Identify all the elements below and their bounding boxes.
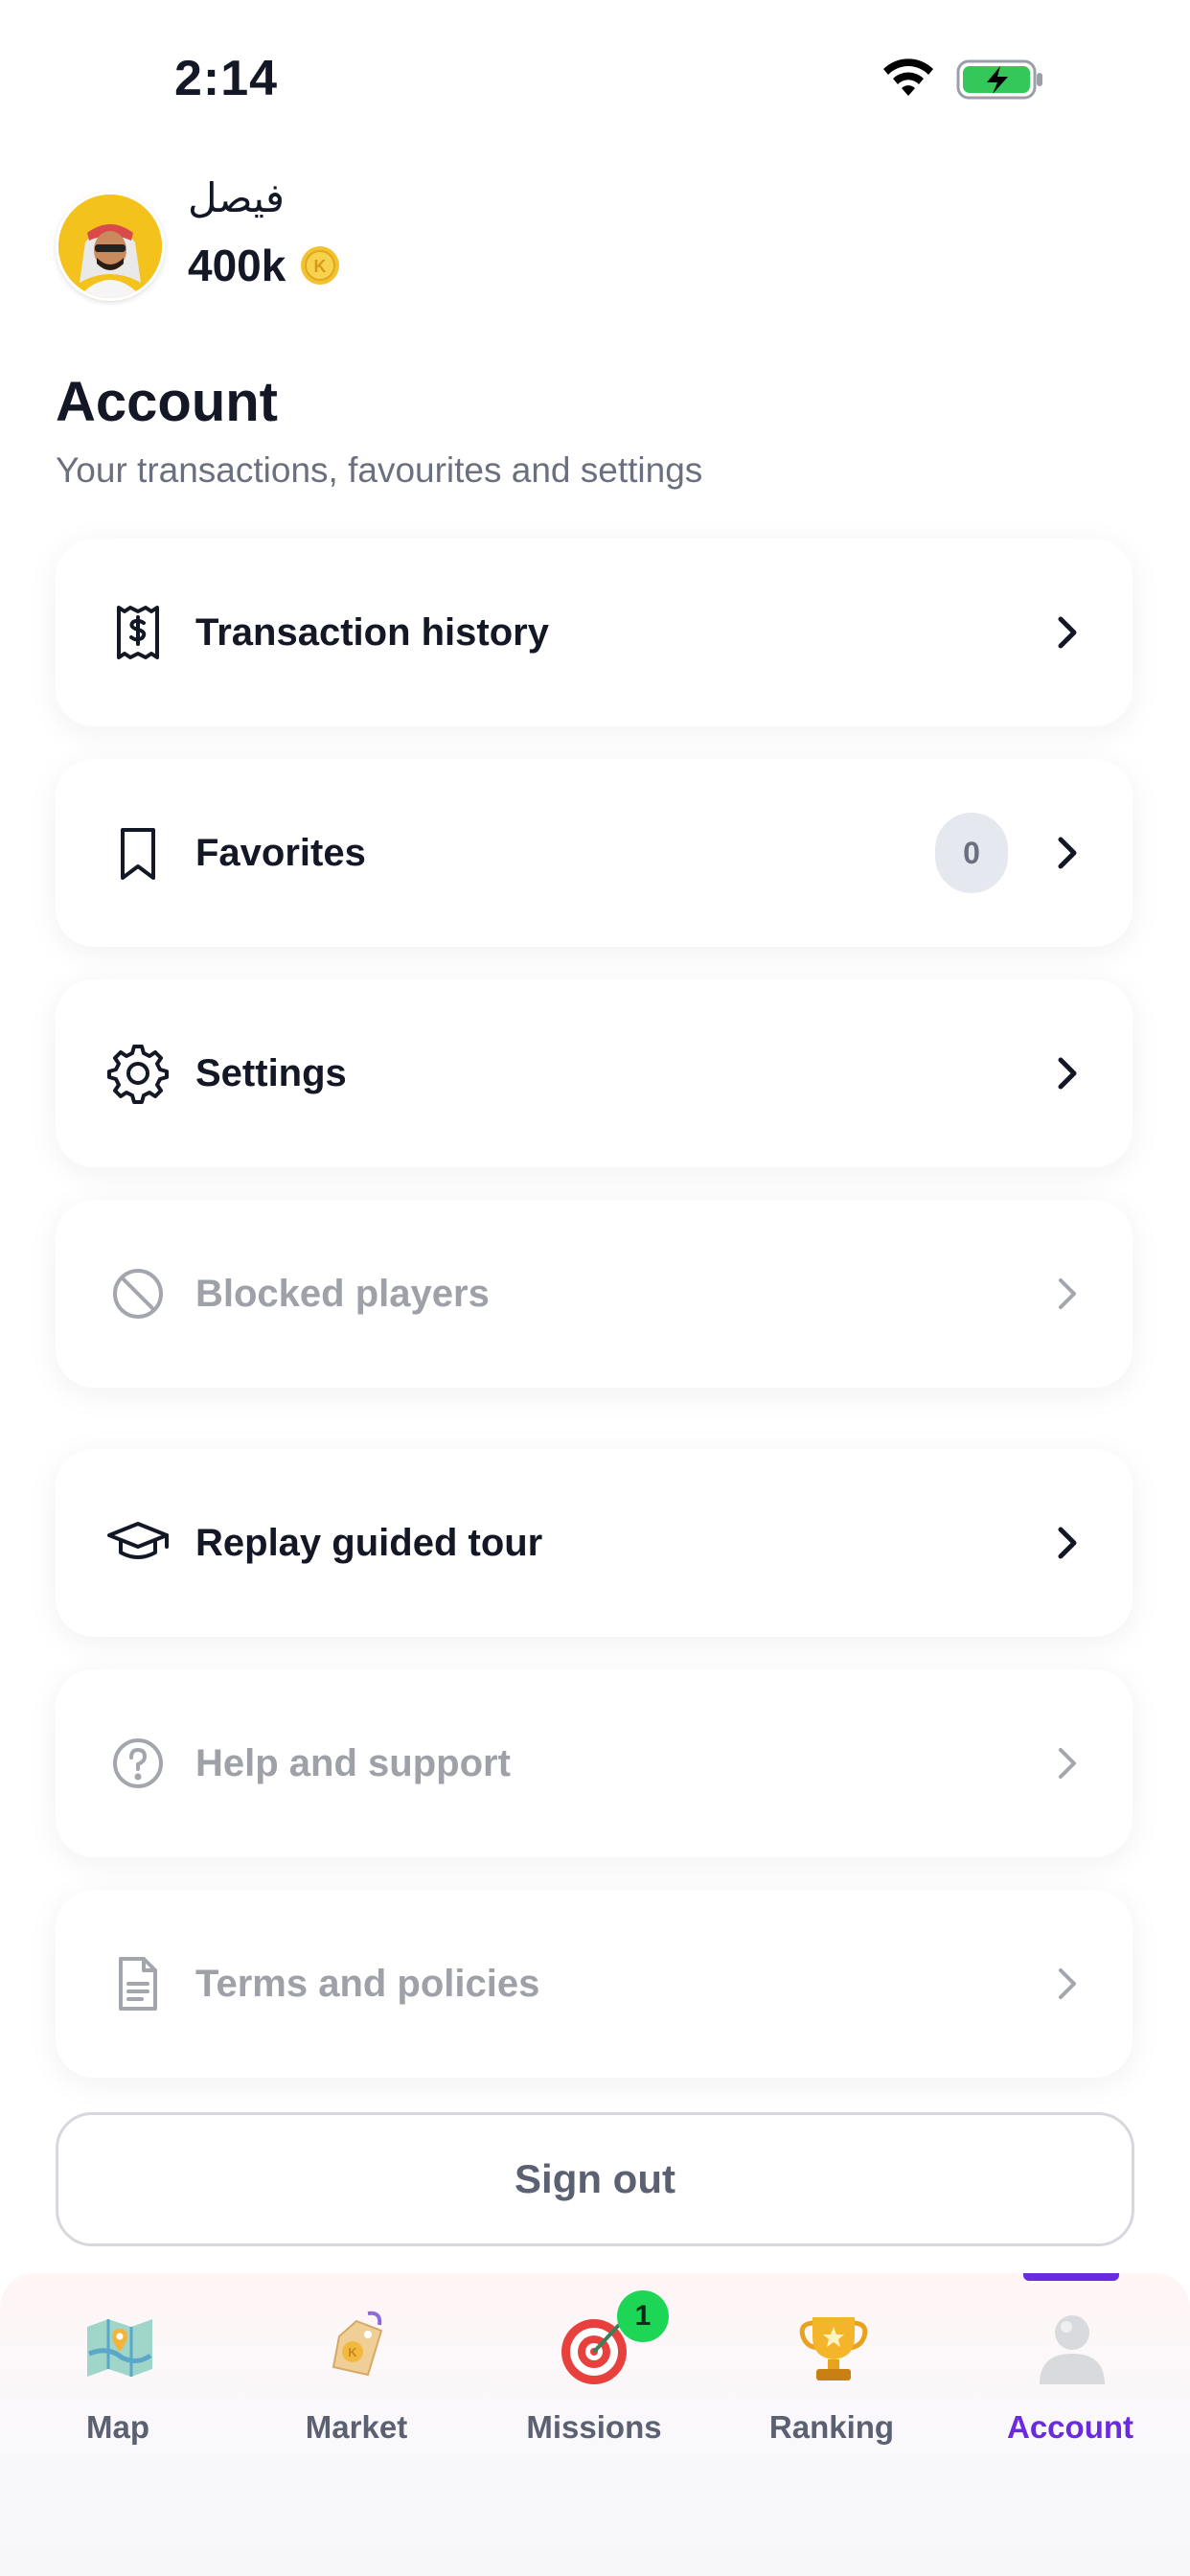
price-tag-icon: K [332, 2311, 383, 2377]
tab-ranking[interactable]: Ranking [726, 2273, 937, 2465]
missions-notification-badge: 1 [617, 2290, 669, 2342]
battery-icon [956, 59, 1042, 100]
bottom-tab-bar: Map K Market 1 Missions Ranking Account [0, 2273, 1190, 2576]
menu-item-replay-guided-tour[interactable]: Replay guided tour [56, 1449, 1133, 1637]
chevron-right-icon [1058, 1527, 1077, 1559]
bookmark-icon [121, 828, 155, 880]
avatar[interactable] [56, 192, 165, 301]
username: فیصل [188, 175, 285, 220]
user-icon [1040, 2315, 1105, 2384]
tab-market[interactable]: K Market [251, 2273, 462, 2465]
menu-item-help-and-support[interactable]: Help and support [56, 1669, 1133, 1857]
menu-item-label: Terms and policies [195, 1963, 540, 2005]
tab-label: Ranking [768, 2409, 895, 2445]
svg-text:K: K [314, 257, 327, 276]
menu-item-blocked-players[interactable]: Blocked players [56, 1200, 1133, 1388]
svg-text:K: K [348, 2345, 357, 2359]
status-bar: 2:14 [0, 0, 1190, 163]
coin-icon: K [301, 246, 340, 285]
tab-label: Missions [526, 2409, 662, 2445]
menu-item-label: Transaction history [195, 611, 549, 654]
tab-label: Market [305, 2409, 408, 2445]
graduation-cap-icon [107, 1522, 169, 1559]
menu-item-transaction-history[interactable]: Transaction history [56, 539, 1133, 726]
menu-item-label: Favorites [195, 832, 366, 874]
chevron-right-icon [1058, 837, 1077, 869]
menu-item-label: Blocked players [195, 1273, 490, 1315]
chevron-right-icon [1059, 1748, 1076, 1779]
favorites-count-badge: 0 [935, 813, 1008, 893]
chevron-right-icon [1058, 1057, 1077, 1090]
map-icon [87, 2319, 152, 2377]
page-title: Account [56, 371, 278, 433]
menu-item-label: Help and support [195, 1742, 511, 1784]
question-circle-icon [113, 1738, 163, 1788]
coin-balance: 400k [188, 241, 286, 290]
menu-item-label: Replay guided tour [195, 1522, 543, 1564]
tab-map[interactable]: Map [12, 2273, 223, 2465]
balance-row: 400k K [188, 240, 341, 291]
menu-item-favorites[interactable]: Favorites 0 [56, 759, 1133, 947]
gear-icon [107, 1045, 169, 1104]
menu-item-terms-and-policies[interactable]: Terms and policies [56, 1890, 1133, 2078]
menu-item-label: Settings [195, 1052, 347, 1094]
sign-out-button[interactable]: Sign out [56, 2112, 1134, 2246]
trophy-icon [799, 2317, 868, 2380]
chevron-right-icon [1059, 1278, 1076, 1309]
menu-item-settings[interactable]: Settings [56, 979, 1133, 1167]
document-icon [119, 1957, 157, 2011]
receipt-dollar-icon [117, 606, 159, 659]
status-time: 2:14 [174, 51, 279, 106]
avatar-image [58, 195, 162, 298]
wifi-icon [883, 58, 933, 96]
page-subtitle: Your transactions, favourites and settin… [56, 450, 703, 490]
blocked-icon [113, 1269, 163, 1319]
chevron-right-icon [1058, 616, 1077, 649]
chevron-right-icon [1059, 1968, 1076, 1999]
tab-account[interactable]: Account [965, 2273, 1176, 2465]
tab-label: Map [86, 2409, 149, 2445]
tab-missions[interactable]: 1 Missions [489, 2273, 699, 2465]
tab-label: Account [1007, 2409, 1133, 2445]
